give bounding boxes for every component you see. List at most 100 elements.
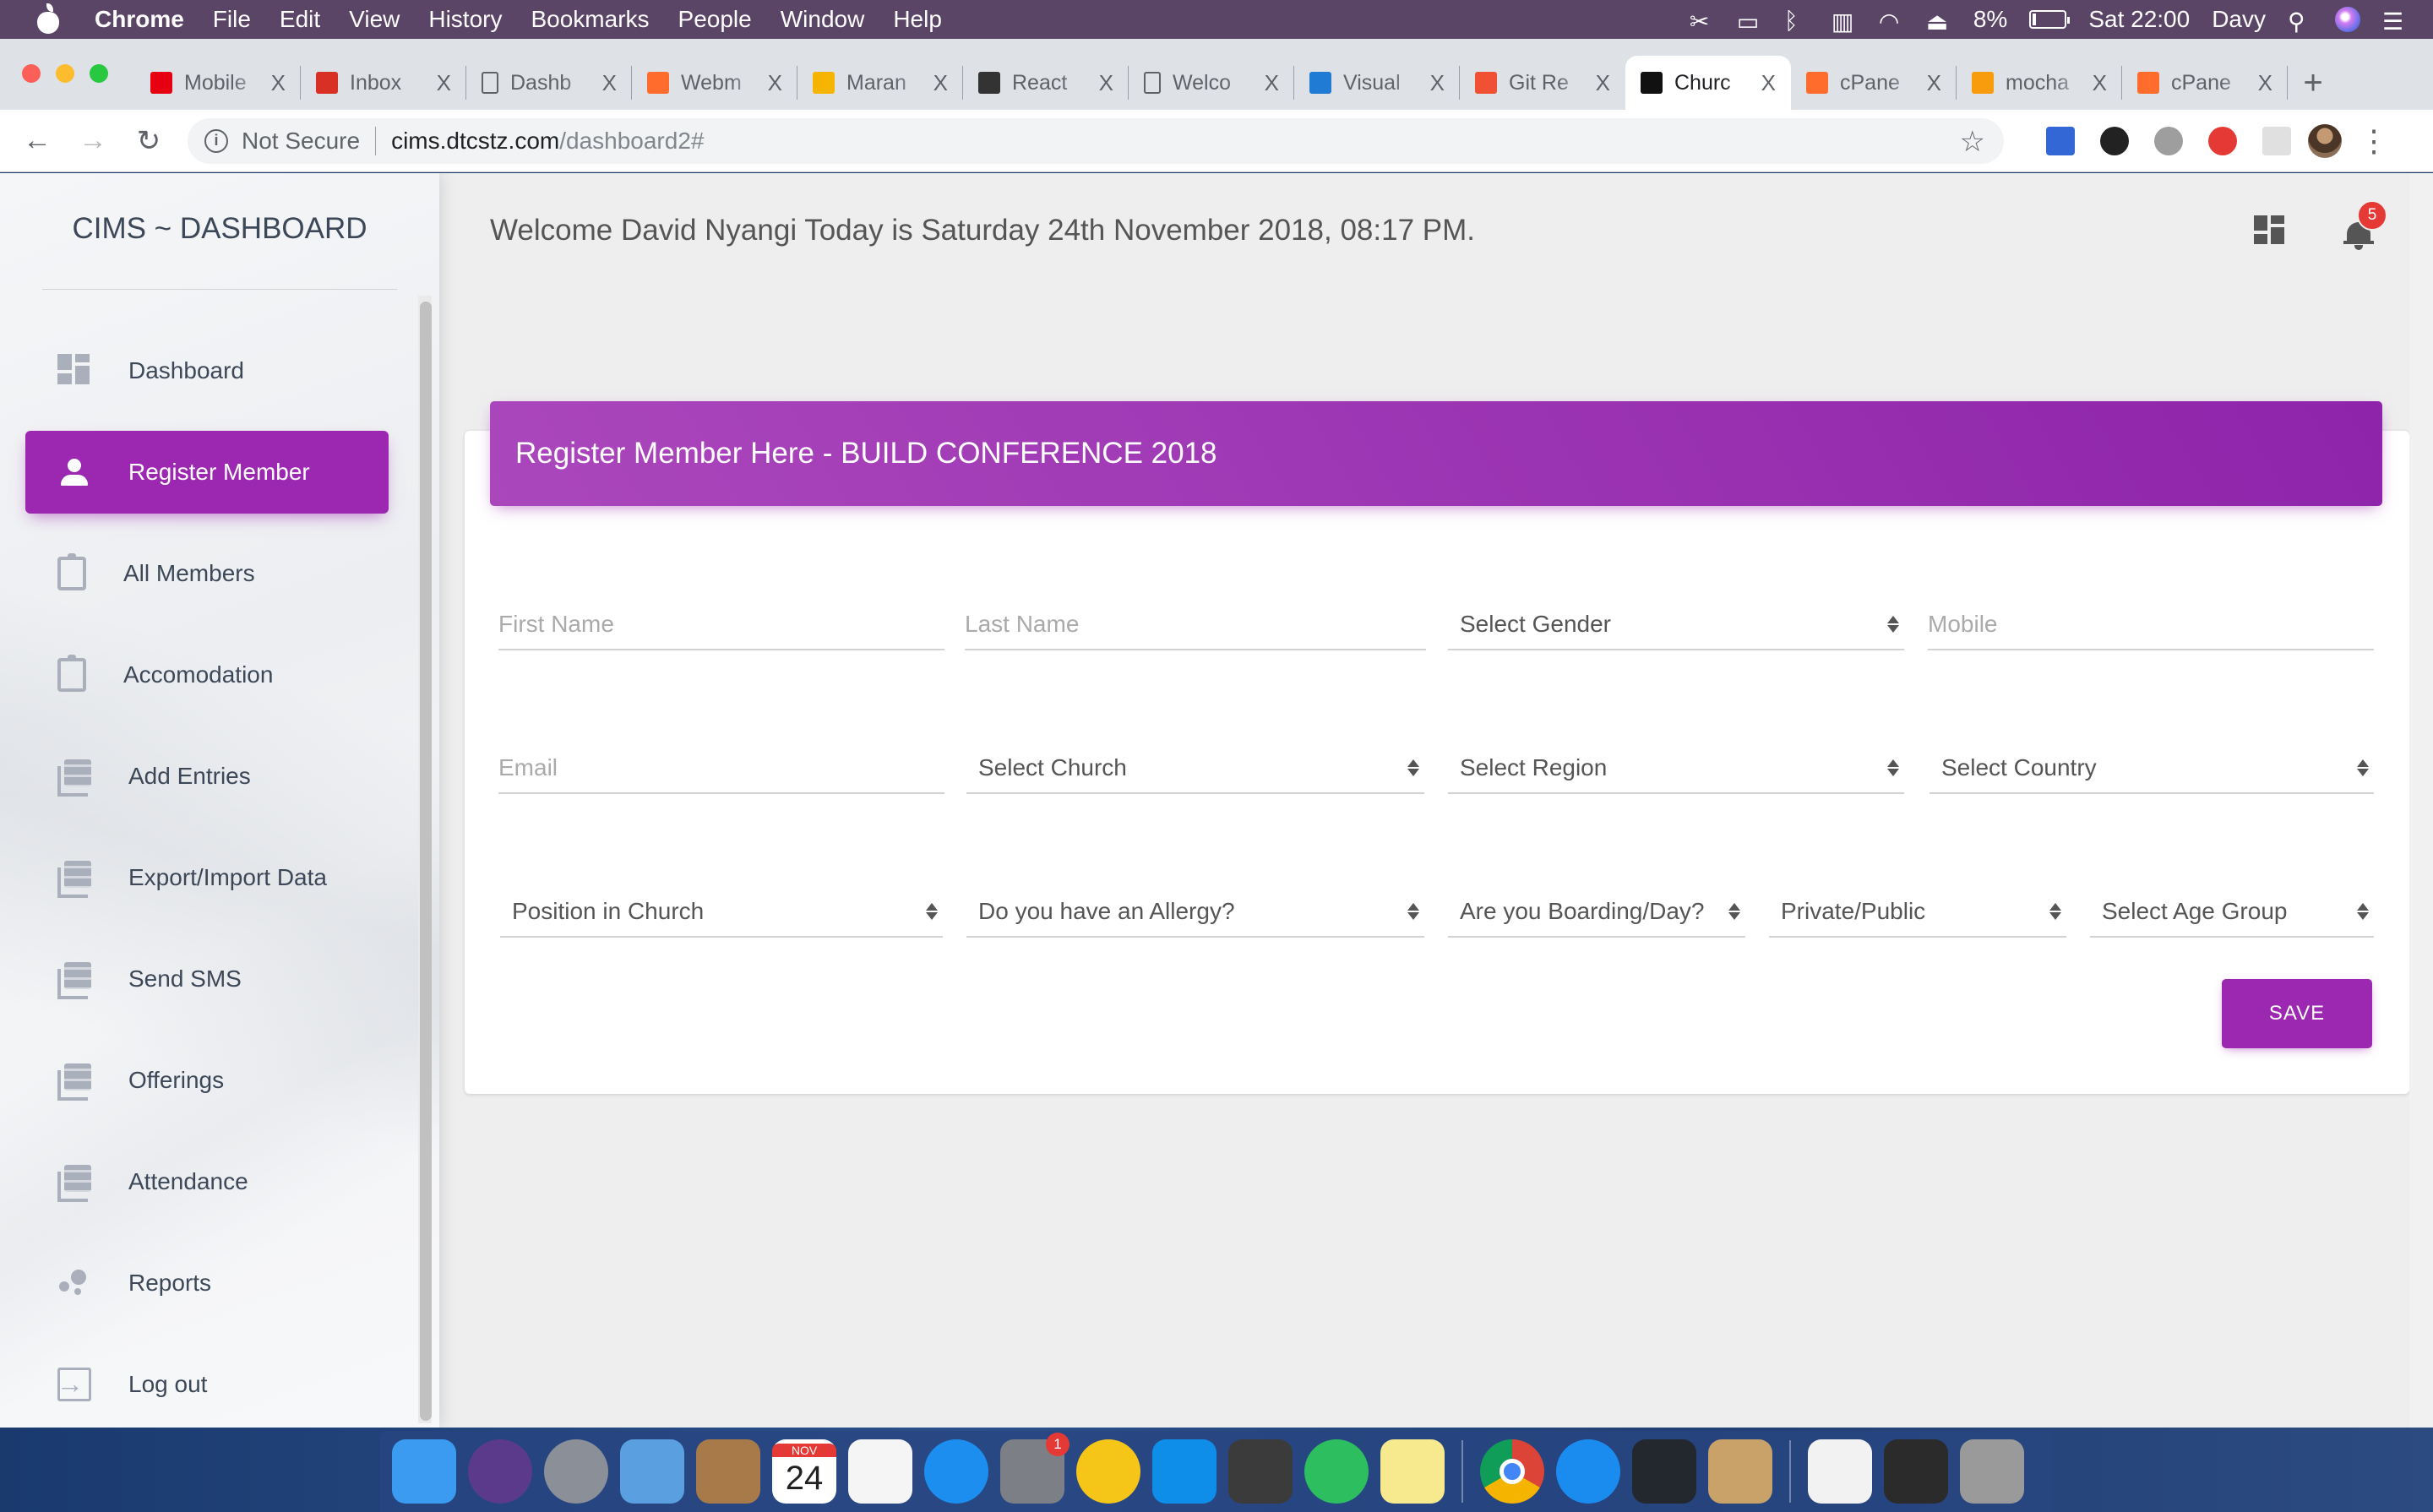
- tab-close-icon[interactable]: X: [1761, 70, 1776, 96]
- sidebar-item-dashboard[interactable]: Dashboard: [25, 329, 389, 412]
- position-select[interactable]: Position in Church: [500, 887, 943, 938]
- react-ext-icon[interactable]: [2262, 126, 2291, 155]
- contacts-icon[interactable]: [696, 1439, 760, 1504]
- sublime-text-icon[interactable]: [1228, 1439, 1293, 1504]
- window-thumbnail-2-icon[interactable]: [1884, 1439, 1948, 1504]
- sidebar-item-register-member[interactable]: Register Member: [25, 431, 389, 514]
- tab-close-icon[interactable]: X: [1430, 70, 1445, 96]
- tab-close-icon[interactable]: X: [1927, 70, 1941, 96]
- allergy-select[interactable]: Do you have an Allergy?: [966, 887, 1424, 938]
- stickies-icon[interactable]: [1380, 1439, 1445, 1504]
- vscode-icon[interactable]: [1632, 1439, 1696, 1504]
- menu-window[interactable]: Window: [781, 6, 865, 33]
- browser-tab[interactable]: Webm X: [632, 56, 797, 110]
- last-name-field[interactable]: [965, 600, 1426, 650]
- sidebar-scrollbar-thumb[interactable]: [420, 302, 432, 1421]
- age-group-select[interactable]: Select Age Group: [2090, 887, 2374, 938]
- private-public-select[interactable]: Private/Public: [1769, 887, 2066, 938]
- helmet-ext-icon[interactable]: [2100, 126, 2129, 155]
- email-field[interactable]: [498, 743, 944, 794]
- tab-close-icon[interactable]: X: [2093, 70, 2107, 96]
- app-store-icon[interactable]: [924, 1439, 988, 1504]
- lighthouse-ext-icon[interactable]: [2046, 126, 2075, 155]
- boarding-select[interactable]: Are you Boarding/Day?: [1448, 887, 1745, 938]
- forward-button[interactable]: →: [76, 124, 110, 158]
- chrome-menu-icon[interactable]: ⋮: [2359, 123, 2389, 159]
- lynda-icon[interactable]: [1076, 1439, 1140, 1504]
- safari-icon[interactable]: [1556, 1439, 1620, 1504]
- adblock-ext-icon[interactable]: [2208, 126, 2237, 155]
- sidebar-item-export-import-data[interactable]: Export/Import Data: [25, 836, 389, 919]
- eject-icon[interactable]: ⏏: [1926, 8, 1951, 35]
- battery-icon[interactable]: [2029, 10, 2071, 29]
- info-icon[interactable]: i: [204, 128, 228, 153]
- teamviewer-icon[interactable]: [1152, 1439, 1216, 1504]
- menubar-user[interactable]: Davy: [2212, 6, 2266, 33]
- tab-close-icon[interactable]: X: [602, 70, 617, 96]
- country-select[interactable]: Select Country: [1930, 743, 2374, 794]
- browser-tab[interactable]: Visual X: [1294, 56, 1460, 110]
- keyboard-icon[interactable]: ▥: [1832, 8, 1857, 35]
- scissors-icon[interactable]: ✂: [1690, 8, 1715, 35]
- first-name-field[interactable]: [498, 600, 944, 650]
- browser-tab[interactable]: React X: [963, 56, 1129, 110]
- mobile-input[interactable]: [1928, 611, 2374, 638]
- tab-close-icon[interactable]: X: [1099, 70, 1113, 96]
- dashboard-icon[interactable]: [2254, 215, 2288, 249]
- menubar-clock[interactable]: Sat 22:00: [2088, 6, 2190, 33]
- tab-close-icon[interactable]: X: [1596, 70, 1610, 96]
- save-button[interactable]: SAVE: [2222, 979, 2372, 1048]
- menu-people[interactable]: People: [678, 6, 752, 33]
- siri-icon[interactable]: [2335, 7, 2360, 32]
- trash-icon[interactable]: [1960, 1439, 2024, 1504]
- browser-tab[interactable]: Dashb X: [466, 56, 632, 110]
- page-scrollbar[interactable]: [2409, 173, 2433, 1428]
- tab-close-icon[interactable]: X: [2258, 70, 2272, 96]
- browser-tab[interactable]: Churc X: [1625, 56, 1791, 110]
- mobile-field[interactable]: [1928, 600, 2374, 650]
- window-close-button[interactable]: [22, 64, 41, 83]
- menu-file[interactable]: File: [213, 6, 251, 33]
- address-bar[interactable]: i Not Secure cims.dtcstz.com /dashboard2…: [188, 117, 2004, 164]
- menu-bookmarks[interactable]: Bookmarks: [531, 6, 649, 33]
- sidebar-item-all-members[interactable]: All Members: [25, 532, 389, 615]
- evernote-icon[interactable]: [1304, 1439, 1369, 1504]
- launchpad-icon[interactable]: [544, 1439, 608, 1504]
- tab-close-icon[interactable]: X: [437, 70, 451, 96]
- reload-button[interactable]: ↻: [132, 124, 166, 158]
- wifi-icon[interactable]: ◠: [1879, 8, 1904, 35]
- sidebar-item-accomodation[interactable]: Accomodation: [25, 634, 389, 716]
- bookmark-star-icon[interactable]: ☆: [1960, 125, 1985, 159]
- menu-view[interactable]: View: [349, 6, 400, 33]
- brand-title[interactable]: CIMS ~ DASHBOARD: [0, 212, 439, 246]
- sidebar-item-offerings[interactable]: Offerings: [25, 1039, 389, 1122]
- browser-tab[interactable]: Inbox X: [301, 56, 466, 110]
- chrome-icon[interactable]: [1480, 1439, 1544, 1504]
- browser-tab[interactable]: cPane X: [1791, 56, 1957, 110]
- calendar-icon[interactable]: NOV 24: [772, 1439, 836, 1504]
- window-zoom-button[interactable]: [90, 64, 108, 83]
- airplay-icon[interactable]: ▭: [1737, 8, 1762, 35]
- browser-tab[interactable]: Git Re X: [1460, 56, 1625, 110]
- sidebar-item-log-out[interactable]: Log out: [25, 1343, 389, 1426]
- notification-center-icon[interactable]: ☰: [2382, 8, 2408, 35]
- first-name-input[interactable]: [498, 611, 944, 638]
- spotlight-search-icon[interactable]: ⚲: [2288, 8, 2313, 35]
- browser-tab[interactable]: Mobile X: [135, 56, 301, 110]
- mail-icon[interactable]: [620, 1439, 684, 1504]
- window-thumbnail-1-icon[interactable]: [1808, 1439, 1872, 1504]
- apple-menu-icon[interactable]: [34, 3, 63, 35]
- tab-close-icon[interactable]: X: [933, 70, 948, 96]
- system-preferences-icon[interactable]: 1: [1000, 1433, 1070, 1504]
- finder-icon[interactable]: [392, 1439, 456, 1504]
- reminders-icon[interactable]: [848, 1439, 912, 1504]
- tab-close-icon[interactable]: X: [768, 70, 782, 96]
- back-button[interactable]: ←: [20, 124, 54, 158]
- menu-edit[interactable]: Edit: [280, 6, 320, 33]
- new-tab-button[interactable]: +: [2288, 56, 2338, 110]
- tab-close-icon[interactable]: X: [271, 70, 286, 96]
- bluetooth-icon[interactable]: ᛒ: [1784, 8, 1810, 34]
- email-input[interactable]: [498, 754, 944, 781]
- gender-select[interactable]: Select Gender: [1448, 600, 1904, 650]
- window-minimize-button[interactable]: [56, 64, 74, 83]
